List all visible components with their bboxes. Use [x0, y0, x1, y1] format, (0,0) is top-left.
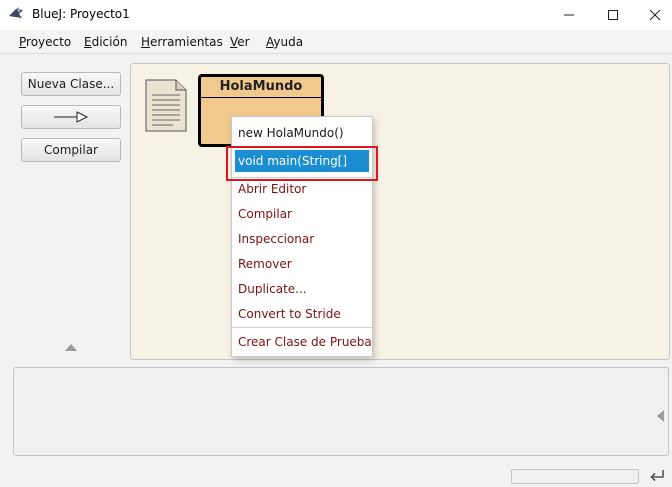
class-name: HolaMundo	[219, 79, 303, 94]
menu-ver[interactable]: Ver	[230, 35, 250, 49]
maximize-icon	[608, 10, 618, 20]
bluej-bird-icon	[9, 7, 23, 18]
object-bench[interactable]	[13, 367, 669, 456]
menu-item-new-instance[interactable]: new HolaMundo()	[232, 122, 372, 144]
window-title: BlueJ: Proyecto1	[32, 7, 130, 21]
menu-item-open-editor[interactable]: Abrir Editor	[232, 178, 372, 200]
close-icon	[649, 9, 661, 21]
menu-item-create-test-class[interactable]: Crear Clase de Prueba	[232, 331, 372, 353]
return-arrow-icon[interactable]	[648, 467, 666, 485]
maximize-button[interactable]	[590, 0, 636, 30]
minimize-icon	[564, 14, 574, 16]
menu-bar: Proyecto Edición Herramientas Ver Ayuda	[0, 30, 672, 54]
new-class-button[interactable]: Nueva Clase...	[21, 72, 121, 96]
menu-herramientas[interactable]: Herramientas	[141, 35, 223, 49]
menu-ayuda[interactable]: Ayuda	[266, 35, 303, 49]
menu-proyecto[interactable]: Proyecto	[19, 35, 71, 49]
class-divider	[201, 97, 321, 98]
menu-item-convert-stride[interactable]: Convert to Stride	[232, 303, 372, 325]
menu-edicion[interactable]: Edición	[84, 35, 127, 49]
menu-item-remove[interactable]: Remover	[232, 253, 372, 275]
scroll-left-arrow-icon[interactable]	[657, 410, 664, 422]
new-inheritance-arrow-button[interactable]	[21, 105, 121, 129]
scroll-up-arrow-icon[interactable]	[65, 344, 77, 351]
title-bar: BlueJ: Proyecto1	[0, 0, 672, 30]
menu-item-inspect[interactable]: Inspeccionar	[232, 228, 372, 250]
readme-document-icon[interactable]	[145, 79, 187, 132]
progress-bar	[511, 469, 639, 484]
minimize-button[interactable]	[546, 0, 592, 30]
compile-button[interactable]: Compilar	[21, 138, 121, 162]
highlight-annotation-frame	[226, 146, 378, 181]
menu-item-compile[interactable]: Compilar	[232, 203, 372, 225]
inheritance-arrow-icon	[54, 111, 89, 123]
menu-separator	[232, 327, 372, 328]
close-button[interactable]	[632, 0, 672, 30]
menu-item-duplicate[interactable]: Duplicate...	[232, 278, 372, 300]
